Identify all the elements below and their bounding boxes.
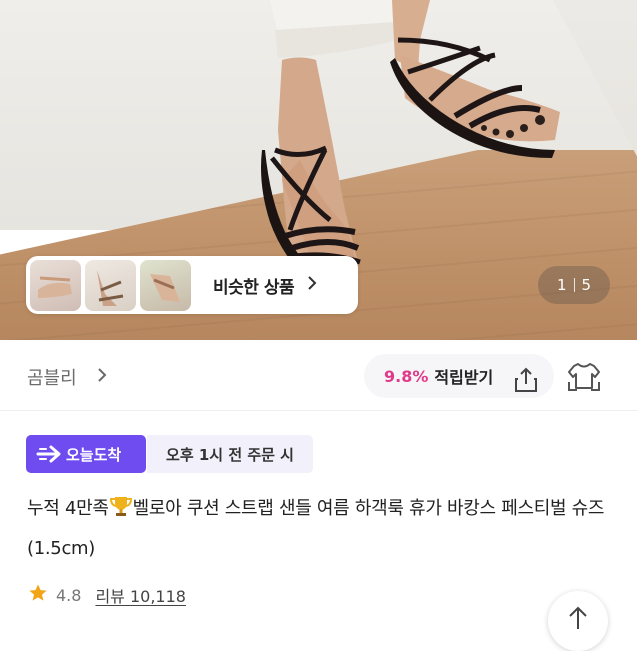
image-page-indicator: 1 5 (538, 266, 610, 304)
share-icon[interactable] (512, 366, 540, 398)
rating-row: 4.8 리뷰 10,118 (28, 581, 186, 609)
points-percent: 9.8% (384, 366, 429, 386)
similar-product-thumbnail[interactable] (140, 259, 191, 311)
store-row: 곰블리 9.8% 적립받기 (0, 340, 637, 411)
store-name-link[interactable]: 곰블리 (27, 364, 77, 390)
similar-products-button[interactable]: 비슷한 상품 (26, 256, 358, 314)
product-title: 누적 4만족 벨로아 쿠션 스트랩 샌들 여름 하객룩 휴가 바캉스 페스티벌 슈… (27, 491, 617, 567)
delivery-arrow-icon (36, 444, 62, 464)
total-pages: 5 (581, 276, 592, 294)
chevron-right-icon[interactable] (92, 362, 108, 389)
similar-product-thumbnail[interactable] (30, 259, 81, 311)
current-page: 1 (556, 276, 567, 294)
fitting-shirt-icon[interactable] (566, 358, 602, 398)
title-prefix: 누적 4만족 (27, 498, 109, 519)
star-icon (28, 583, 48, 607)
today-delivery-label: 오늘도착 (66, 445, 122, 464)
trophy-icon (109, 494, 133, 531)
product-image[interactable]: 비슷한 상품 1 5 (0, 0, 637, 340)
chevron-right-icon (306, 275, 318, 296)
similar-product-thumbnail[interactable] (85, 259, 136, 311)
arrow-up-icon (567, 605, 589, 631)
review-count-link[interactable]: 리뷰 10,118 (95, 583, 186, 607)
today-delivery-badge: 오늘도착 (26, 435, 146, 473)
delivery-cutoff-badge: 오후 1시 전 주문 시 (147, 435, 313, 473)
scroll-to-top-button[interactable] (548, 591, 608, 651)
similar-products-label: 비슷한 상품 (213, 277, 295, 298)
rating-value: 4.8 (56, 585, 82, 605)
points-label: 적립받기 (434, 368, 494, 387)
